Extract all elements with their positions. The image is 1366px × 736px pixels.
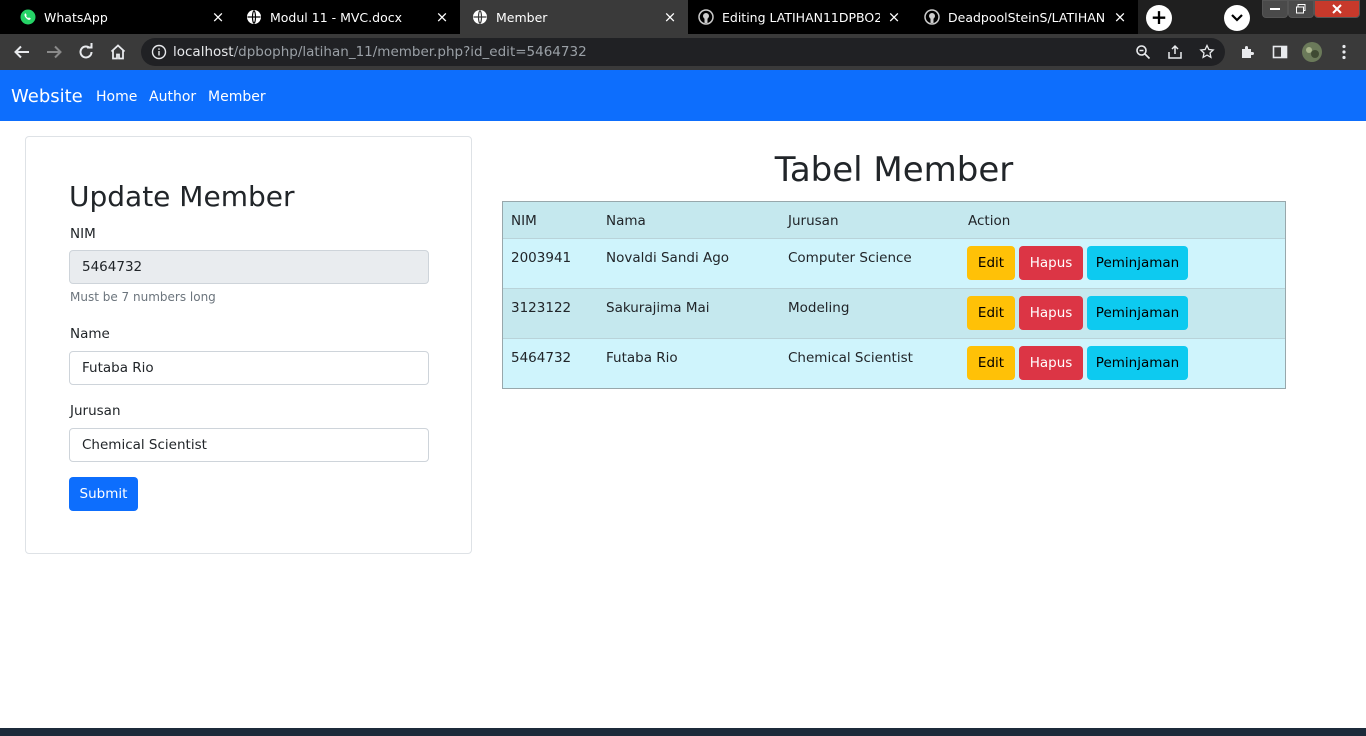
close-icon[interactable]: × xyxy=(434,9,450,25)
member-table: NIM Nama Jurusan Action 2003941 Novaldi … xyxy=(502,201,1286,389)
close-icon[interactable]: × xyxy=(662,9,678,25)
minimize-icon xyxy=(1270,8,1280,10)
nim-help-text: Must be 7 numbers long xyxy=(70,290,216,304)
edit-button[interactable]: Edit xyxy=(967,246,1015,280)
close-icon[interactable]: × xyxy=(886,9,902,25)
tab-title: WhatsApp xyxy=(44,9,108,25)
edit-button[interactable]: Edit xyxy=(967,346,1015,380)
browser-tab-member[interactable]: Member × xyxy=(460,0,688,34)
cell-jurusan: Computer Science xyxy=(788,250,912,266)
info-icon[interactable] xyxy=(151,44,167,60)
tab-title: DeadpoolSteinS/LATIHAN11DI xyxy=(948,9,1106,25)
edit-button[interactable]: Edit xyxy=(967,296,1015,330)
tab-search-button[interactable] xyxy=(1224,5,1250,31)
hapus-button[interactable]: Hapus xyxy=(1019,296,1083,330)
tab-title: Editing LATIHAN11DPBO2022/ xyxy=(722,9,880,25)
url-host: localhost xyxy=(173,44,234,60)
table-title: Tabel Member xyxy=(774,150,1014,190)
avatar xyxy=(1302,42,1322,62)
share-icon[interactable] xyxy=(1167,44,1183,60)
back-button[interactable] xyxy=(10,40,34,64)
side-panel-button[interactable] xyxy=(1268,40,1292,64)
navbar-brand[interactable]: Website xyxy=(11,86,83,107)
profile-button[interactable] xyxy=(1300,40,1324,64)
arrow-left-icon xyxy=(14,45,29,59)
arrow-right-icon xyxy=(47,45,62,59)
cell-nama: Futaba Rio xyxy=(606,350,678,366)
puzzle-icon xyxy=(1242,46,1254,58)
peminjaman-button[interactable]: Peminjaman xyxy=(1087,346,1188,380)
submit-button[interactable]: Submit xyxy=(69,477,138,511)
close-icon xyxy=(1332,4,1342,14)
extensions-button[interactable] xyxy=(1236,40,1260,64)
chevron-down-icon xyxy=(1231,14,1243,22)
new-tab-button[interactable]: + xyxy=(1146,5,1172,31)
cell-nim: 3123122 xyxy=(511,300,572,316)
cell-nim: 5464732 xyxy=(511,350,572,366)
browser-tab-deadpool[interactable]: DeadpoolSteinS/LATIHAN11DI × xyxy=(912,0,1138,34)
star-icon[interactable] xyxy=(1199,44,1215,60)
cell-nama: Novaldi Sandi Ago xyxy=(606,250,730,266)
browser-tab-editing[interactable]: Editing LATIHAN11DPBO2022/ × xyxy=(688,0,912,34)
maximize-button[interactable] xyxy=(1288,0,1314,18)
reload-button[interactable] xyxy=(74,40,98,64)
hapus-button[interactable]: Hapus xyxy=(1019,346,1083,380)
more-vert-icon xyxy=(1342,44,1346,60)
jurusan-label: Jurusan xyxy=(70,403,121,419)
whatsapp-icon xyxy=(20,9,36,25)
header-jurusan: Jurusan xyxy=(788,213,839,229)
tab-title: Modul 11 - MVC.docx xyxy=(270,9,402,25)
globe-icon xyxy=(246,9,262,25)
site-navbar: Website Home Author Member xyxy=(0,70,1366,121)
address-url: localhost/dpbophp/latihan_11/member.php?… xyxy=(173,44,587,60)
browser-tab-whatsapp[interactable]: WhatsApp × xyxy=(0,0,236,34)
tab-title: Member xyxy=(496,9,548,25)
header-nim: NIM xyxy=(511,213,537,229)
table-header-row: NIM Nama Jurusan Action xyxy=(503,202,1285,239)
form-title: Update Member xyxy=(69,180,295,213)
table-row: 3123122 Sakurajima Mai Modeling Edit Hap… xyxy=(503,289,1285,339)
close-window-button[interactable] xyxy=(1314,0,1360,18)
cell-jurusan: Chemical Scientist xyxy=(788,350,913,366)
github-icon xyxy=(924,9,940,25)
nim-label: NIM xyxy=(70,226,96,242)
github-icon xyxy=(698,9,714,25)
nim-field xyxy=(69,250,429,284)
name-label: Name xyxy=(70,326,110,342)
hapus-button[interactable]: Hapus xyxy=(1019,246,1083,280)
close-icon[interactable]: × xyxy=(210,9,226,25)
browser-tab-modul[interactable]: Modul 11 - MVC.docx × xyxy=(236,0,460,34)
browser-tab-bar: WhatsApp × Modul 11 - MVC.docx × Member … xyxy=(0,0,1366,34)
jurusan-field[interactable] xyxy=(69,428,429,462)
peminjaman-button[interactable]: Peminjaman xyxy=(1087,246,1188,280)
cell-nim: 2003941 xyxy=(511,250,572,266)
cell-jurusan: Modeling xyxy=(788,300,850,316)
browser-toolbar: localhost/dpbophp/latihan_11/member.php?… xyxy=(0,34,1366,70)
cell-nama: Sakurajima Mai xyxy=(606,300,710,316)
home-button[interactable] xyxy=(106,40,130,64)
header-nama: Nama xyxy=(606,213,646,229)
nav-link-author[interactable]: Author xyxy=(149,89,196,105)
table-row: 2003941 Novaldi Sandi Ago Computer Scien… xyxy=(503,239,1285,289)
browser-menu-button[interactable] xyxy=(1332,40,1356,64)
side-panel-icon xyxy=(1272,45,1288,59)
os-taskbar xyxy=(0,728,1366,736)
table-row: 5464732 Futaba Rio Chemical Scientist Ed… xyxy=(503,339,1285,388)
globe-icon xyxy=(472,9,488,25)
url-path: /dpbophp/latihan_11/member.php?id_edit=5… xyxy=(233,44,587,60)
zoom-icon[interactable] xyxy=(1135,44,1151,60)
header-action: Action xyxy=(968,213,1011,229)
address-bar[interactable]: localhost/dpbophp/latihan_11/member.php?… xyxy=(141,38,1225,66)
peminjaman-button[interactable]: Peminjaman xyxy=(1087,296,1188,330)
minimize-button[interactable] xyxy=(1262,0,1288,18)
close-icon[interactable]: × xyxy=(1112,9,1128,25)
reload-icon xyxy=(79,43,93,59)
restore-icon xyxy=(1296,4,1306,14)
nav-link-member[interactable]: Member xyxy=(208,89,266,105)
name-field[interactable] xyxy=(69,351,429,385)
home-icon xyxy=(110,44,126,60)
forward-button[interactable] xyxy=(42,40,66,64)
nav-link-home[interactable]: Home xyxy=(96,89,137,105)
